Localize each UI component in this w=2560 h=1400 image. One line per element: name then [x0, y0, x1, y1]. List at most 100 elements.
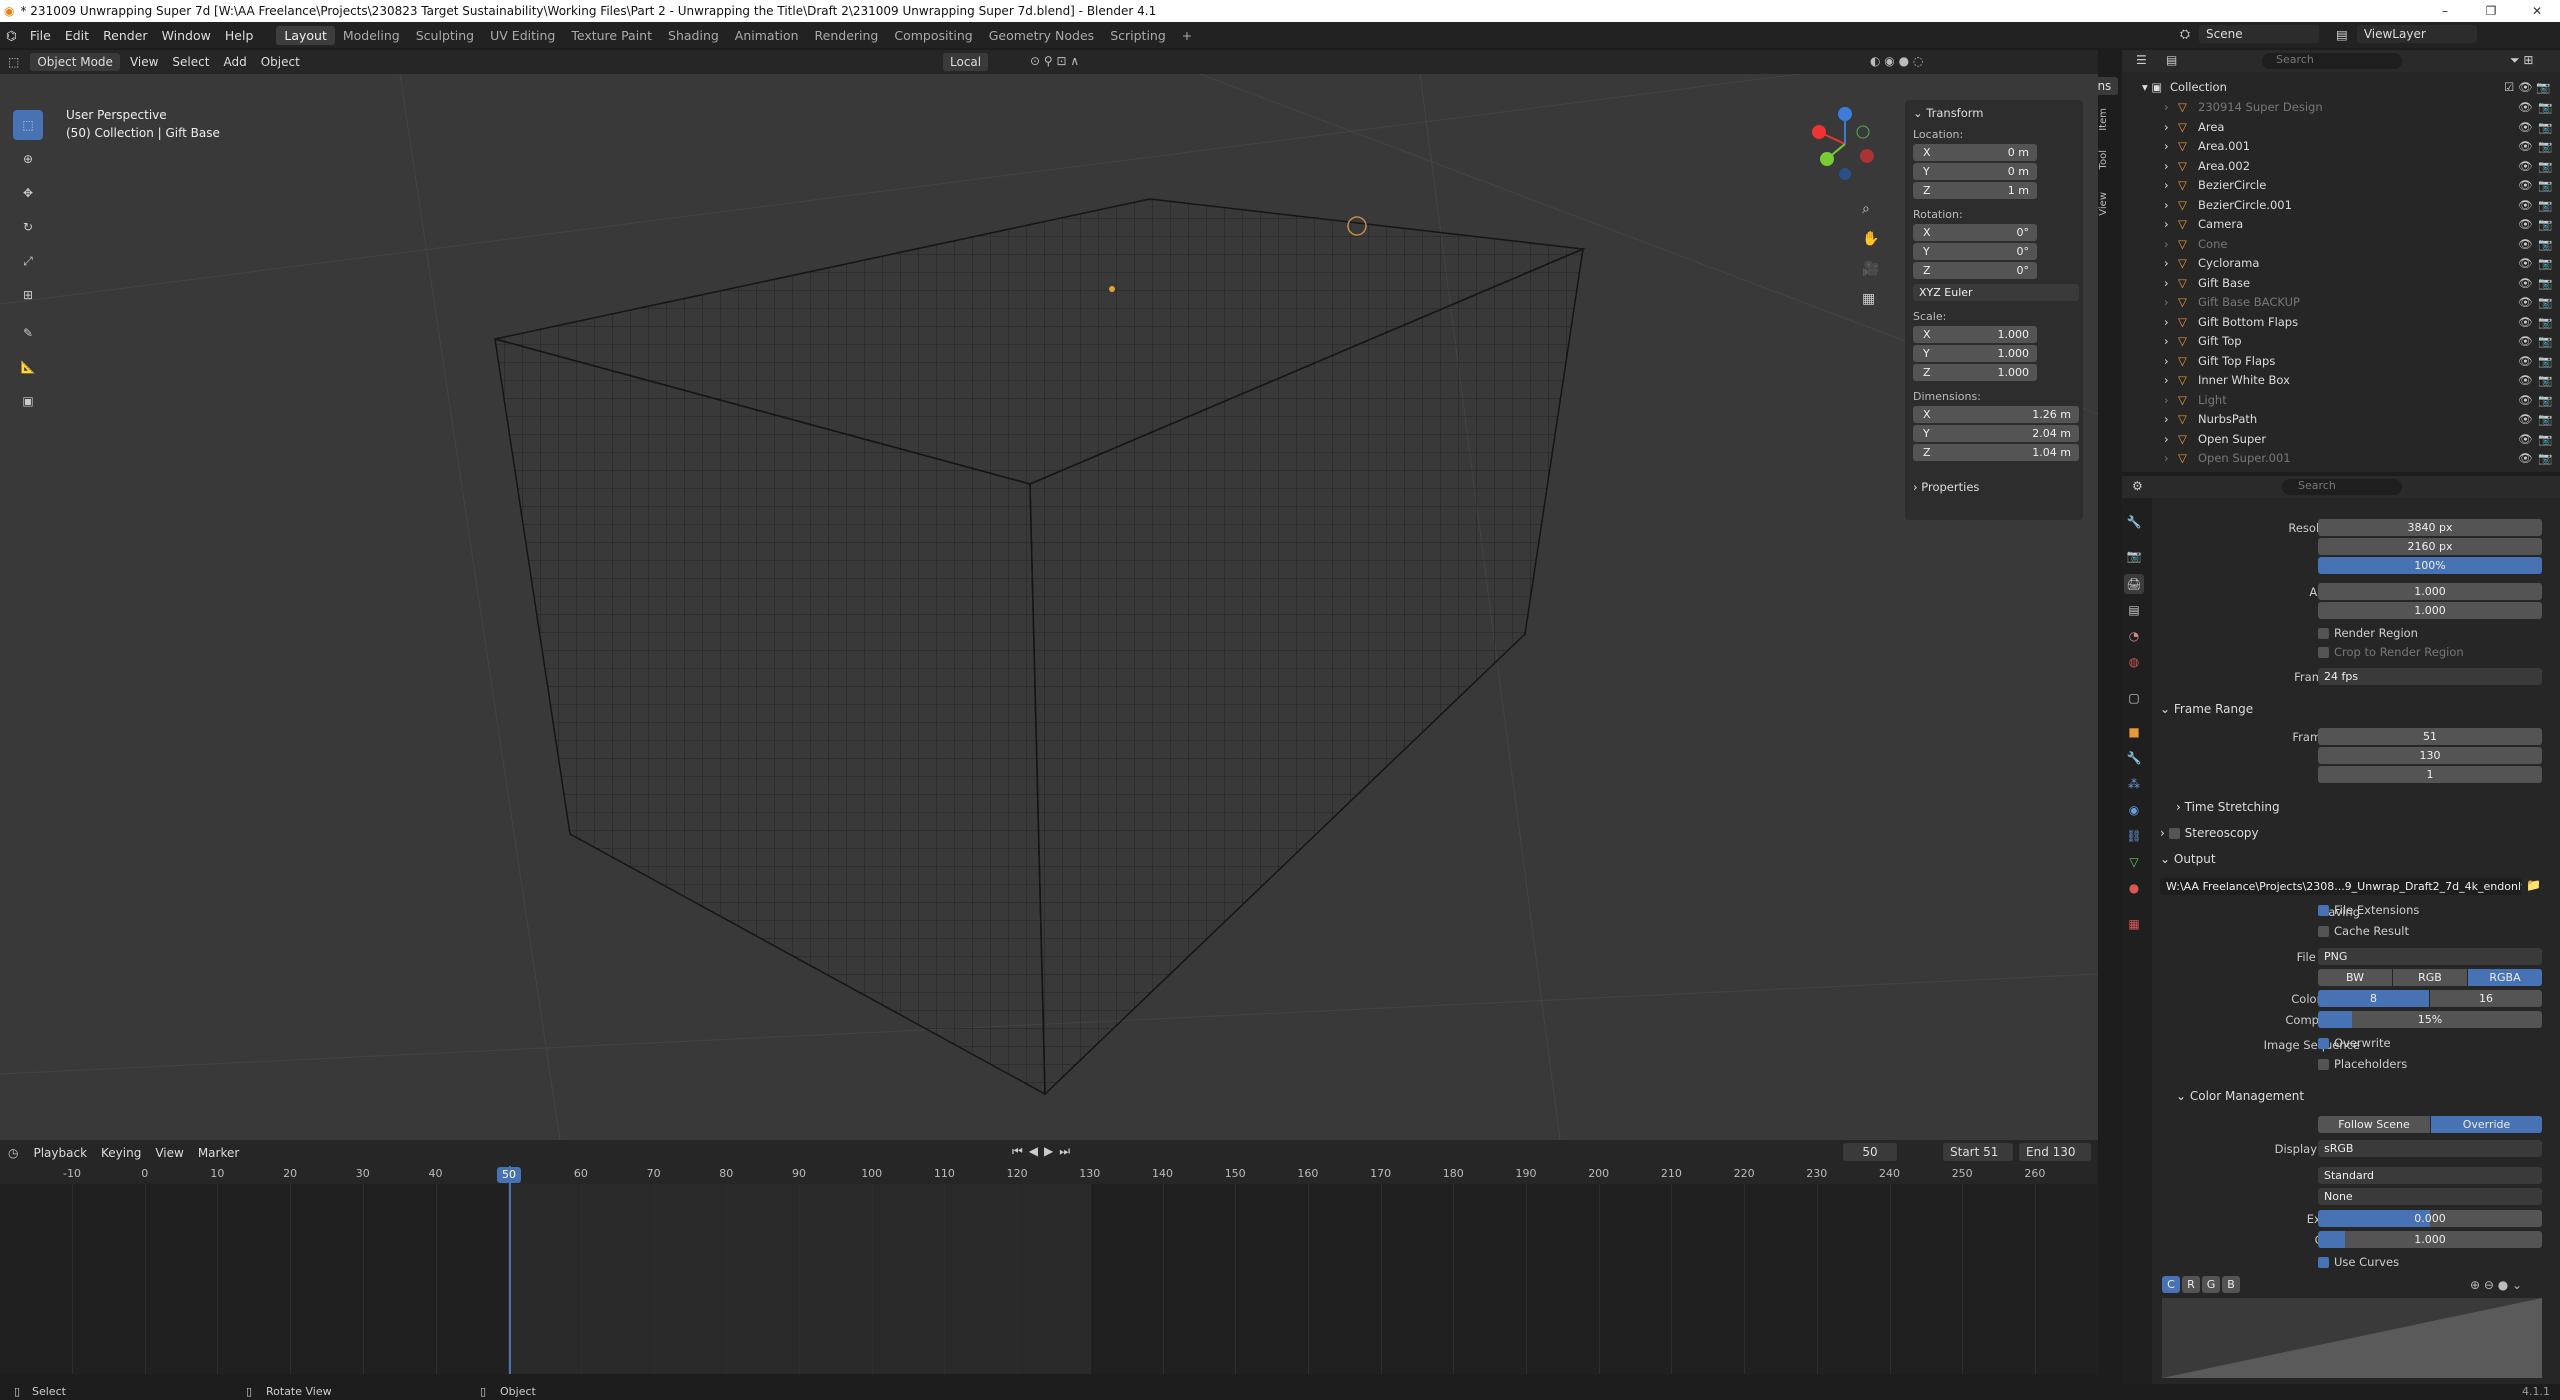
filter-icon[interactable]: ⏷ ⊞ [2510, 53, 2533, 68]
end-frame-field[interactable]: End 130 [2019, 1143, 2091, 1161]
menu-file[interactable]: File [23, 28, 58, 43]
color-depth-16-button[interactable]: 16 [2430, 990, 2542, 1007]
location-x-field[interactable]: X0 m [1913, 144, 2037, 161]
camera-icon[interactable]: 📷 [2538, 159, 2552, 173]
tab-sculpting[interactable]: Sculpting [408, 26, 482, 45]
eye-icon[interactable]: 👁 [2518, 432, 2533, 446]
output-tab-icon[interactable]: 🖨 [2124, 574, 2144, 594]
tab-animation[interactable]: Animation [727, 26, 807, 45]
viewport-nav-icons[interactable]: ⌕ ✋ 🎥 ▦ [1862, 194, 1879, 314]
outliner-item[interactable]: › ▽ BezierCircle.001 👁 📷 [2122, 198, 2560, 217]
playback-controls-icon[interactable]: ⏮◀▶⏭ [1012, 1144, 1076, 1159]
rotation-x-field[interactable]: X 0° [1913, 224, 2037, 241]
transform-tool-icon[interactable]: ⊞ [13, 280, 43, 310]
scale-tool-icon[interactable]: ⤢ [13, 246, 43, 276]
outliner-item[interactable]: › ▽ Gift Base BACKUP 👁 📷 [2122, 295, 2560, 314]
use-curves-checkbox[interactable]: Use Curves [2318, 1255, 2399, 1273]
eye-icon[interactable]: 👁 [2518, 237, 2533, 251]
tab-texture-paint[interactable]: Texture Paint [563, 26, 660, 45]
rotation-z-field[interactable]: Z 0° [1913, 262, 2037, 279]
data-tab-icon[interactable]: ▽ [2124, 852, 2144, 872]
timeline-editor-icon[interactable]: ◷ [8, 1146, 18, 1160]
snap-icon[interactable]: ⊙ ⚲ ⊡ ∧ [1030, 54, 1079, 68]
close-button[interactable]: ✕ [2514, 0, 2560, 22]
outliner-item[interactable]: › ▽ Open Super 👁 📷 [2122, 432, 2560, 451]
eye-icon[interactable]: 👁 [2518, 139, 2533, 153]
color-rgba-button[interactable]: RGBA [2468, 969, 2542, 986]
add-workspace-button[interactable]: + [1174, 26, 1200, 45]
keying-menu[interactable]: Keying [94, 1146, 148, 1160]
camera-icon[interactable]: 📷 [2538, 139, 2552, 153]
view-layer-tab-icon[interactable]: ▤ [2124, 600, 2144, 620]
expand-icon[interactable]: › [2164, 315, 2169, 329]
eye-icon[interactable]: 👁 [2518, 393, 2533, 407]
output-path-field[interactable]: W:\AA Freelance\Projects\2308...9_Unwrap… [2160, 878, 2522, 895]
dimensions-z-field[interactable]: Z 1.04 m [1913, 444, 2079, 461]
gamma-slider[interactable]: 1.000 [2318, 1231, 2542, 1248]
playhead-line[interactable] [509, 1166, 511, 1374]
expand-icon[interactable]: › [2164, 393, 2169, 407]
eye-icon[interactable]: 👁 [2518, 295, 2533, 309]
frame-rate-select[interactable]: 24 fps [2318, 668, 2542, 685]
dimensions-x-field[interactable]: X 1.26 m [1913, 406, 2079, 423]
outliner-editor-icon[interactable]: ☰ [2136, 53, 2147, 67]
expand-icon[interactable]: › [2164, 412, 2169, 426]
expand-icon[interactable]: › [2164, 178, 2169, 192]
display-mode-icon[interactable]: ▤ [2166, 53, 2177, 67]
camera-icon[interactable]: 📷 [2538, 198, 2552, 212]
timeline-view-menu[interactable]: View [148, 1146, 190, 1160]
select-box-tool-icon[interactable]: ⬚ [13, 110, 43, 140]
properties-editor-icon[interactable]: ⚙ [2132, 479, 2143, 493]
expand-icon[interactable]: › [2164, 295, 2169, 309]
tab-rendering[interactable]: Rendering [807, 26, 887, 45]
exposure-slider[interactable]: 0.000 [2318, 1210, 2542, 1227]
timeline-area[interactable]: -10 0 10 20 30 40 50 60 70 80 90 100 110 120 130 140 150… [0, 1166, 2098, 1374]
camera-icon[interactable]: 📷 [2538, 393, 2552, 407]
outliner-item[interactable]: › ▽ Cone 👁 📷 [2122, 237, 2560, 256]
tab-uv-editing[interactable]: UV Editing [482, 26, 563, 45]
editor-type-icon[interactable]: ⬚ [8, 55, 19, 69]
menu-render[interactable]: Render [96, 28, 155, 43]
blender-menu-icon[interactable]: ⌬ [6, 28, 17, 43]
scale-y-field[interactable]: Y 1.000 [1913, 345, 2037, 362]
scale-x-field[interactable]: X 1.000 [1913, 326, 2037, 343]
collection-row[interactable]: ▾ ▣ Collection ☑ 👁 📷 [2122, 80, 2560, 99]
camera-icon[interactable]: 📷 [2538, 295, 2552, 309]
color-management-header[interactable]: ⌄ Color Management [2176, 1089, 2304, 1103]
eye-icon[interactable]: 👁 [2518, 120, 2533, 134]
scale-z-field[interactable]: Z 1.000 [1913, 364, 2037, 381]
location-y-field[interactable]: Y0 m [1913, 163, 2037, 180]
curve-graph[interactable] [2162, 1298, 2542, 1378]
measure-tool-icon[interactable]: 📐 [13, 352, 43, 382]
overwrite-checkbox[interactable]: Overwrite [2318, 1036, 2391, 1054]
annotate-tool-icon[interactable]: ✎ [13, 318, 43, 348]
outliner-item[interactable]: › ▽ Area 👁 📷 [2122, 120, 2560, 139]
folder-icon[interactable]: 📁 [2526, 878, 2541, 892]
material-tab-icon[interactable]: ● [2124, 878, 2144, 898]
eye-icon[interactable]: 👁 [2518, 451, 2533, 465]
stereoscopy-header[interactable]: › Stereoscopy [2160, 826, 2259, 840]
camera-icon[interactable]: 📷 [2538, 412, 2552, 426]
3d-viewport[interactable]: ⬚ ⊕ ✥ ↻ ⤢ ⊞ ✎ 📐 ▣ User Perspective (50) … [0, 74, 2098, 1140]
color-depth-8-button[interactable]: 8 [2318, 990, 2429, 1007]
resolution-percent-field[interactable]: 100% [2318, 557, 2542, 574]
constraints-tab-icon[interactable]: ⛓ [2124, 826, 2144, 846]
mode-selector[interactable]: Object Mode [30, 53, 120, 71]
override-button[interactable]: Override [2431, 1116, 2542, 1133]
tab-shading[interactable]: Shading [660, 26, 727, 45]
minimize-button[interactable]: – [2422, 0, 2468, 22]
rotation-mode-select[interactable]: XYZ Euler [1913, 284, 2079, 301]
resolution-y-field[interactable]: 2160 px [2318, 538, 2542, 555]
add-cube-tool-icon[interactable]: ▣ [13, 386, 43, 416]
camera-icon[interactable]: 📷 [2538, 100, 2552, 114]
menu-window[interactable]: Window [155, 28, 218, 43]
location-z-field[interactable]: Z1 m [1913, 182, 2037, 199]
crop-region-checkbox[interactable]: Crop to Render Region [2318, 645, 2464, 663]
outliner-item[interactable]: › ▽ Cyclorama 👁 📷 [2122, 256, 2560, 275]
output-header[interactable]: ⌄ Output [2160, 852, 2216, 866]
tab-modeling[interactable]: Modeling [335, 26, 408, 45]
cursor-tool-icon[interactable]: ⊕ [13, 144, 43, 174]
eye-icon[interactable]: 👁 [2518, 100, 2533, 114]
look-select[interactable]: None [2318, 1188, 2542, 1205]
outliner-search-input[interactable]: Search [2262, 53, 2402, 69]
